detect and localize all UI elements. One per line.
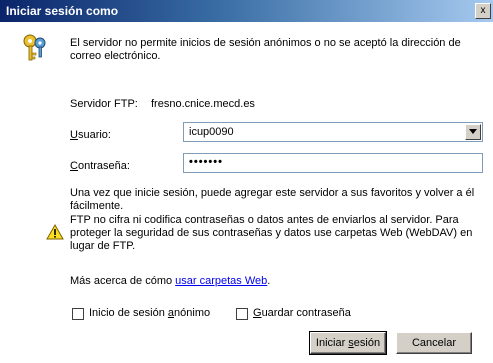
title-bar[interactable]: Iniciar sesión como x — [0, 0, 493, 22]
webfolders-link[interactable]: usar carpetas Web — [175, 275, 267, 287]
user-value: icup0090 — [189, 126, 234, 138]
warning-icon — [46, 224, 64, 240]
dropdown-button[interactable] — [465, 124, 481, 140]
password-value: ••••••• — [189, 156, 223, 168]
favorites-info: Una vez que inicie sesión, puede agregar… — [70, 187, 475, 212]
password-field[interactable]: ••••••• — [183, 153, 483, 173]
error-message: El servidor no permite inicios de sesión… — [70, 37, 461, 62]
anonymous-login-checkbox[interactable] — [72, 308, 84, 320]
login-button[interactable]: Iniciar sesión — [309, 331, 387, 355]
key-icon — [23, 34, 46, 61]
save-password-checkbox[interactable] — [236, 308, 248, 320]
anonymous-login-label[interactable]: Inicio de sesión anónimo — [89, 307, 210, 319]
close-button[interactable]: x — [475, 3, 491, 19]
user-label: Usuario: — [70, 129, 111, 141]
ftp-server-value: fresno.cnice.mecd.es — [151, 98, 255, 110]
login-dialog: Iniciar sesión como x El servidor no per… — [0, 0, 493, 363]
user-combobox[interactable]: icup0090 — [183, 122, 483, 142]
chevron-down-icon — [469, 129, 477, 134]
ftp-server-label: Servidor FTP: — [70, 98, 138, 110]
security-warning: FTP no cifra ni codifica contraseñas o d… — [70, 214, 473, 252]
dialog-title: Iniciar sesión como — [6, 4, 119, 18]
save-password-label[interactable]: Guardar contraseña — [253, 307, 351, 319]
password-label: Contraseña: — [70, 160, 130, 172]
cancel-button[interactable]: Cancelar — [396, 332, 472, 354]
more-info-text: Más acerca de cómo usar carpetas Web. — [70, 275, 271, 287]
